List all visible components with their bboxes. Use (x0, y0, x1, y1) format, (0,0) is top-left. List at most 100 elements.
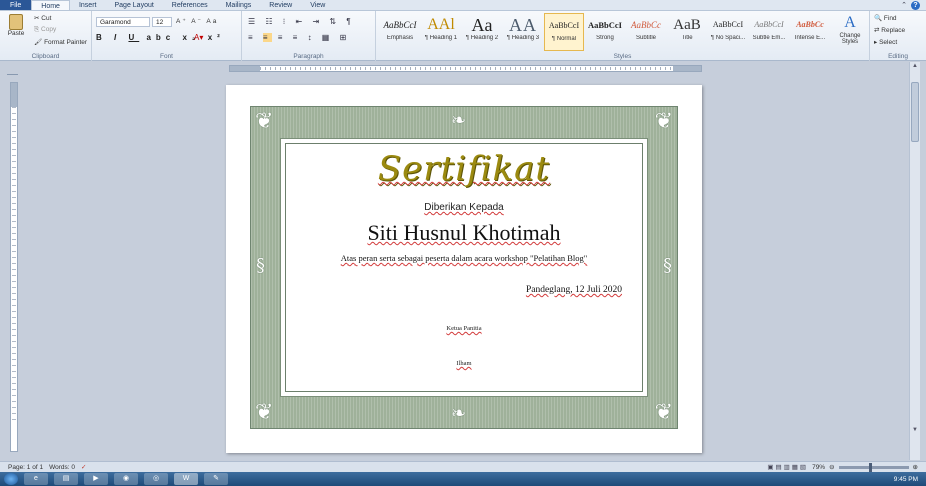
ie-icon[interactable]: e (24, 473, 48, 485)
select-button[interactable]: ▸ Select (874, 38, 897, 46)
tab-review[interactable]: Review (260, 0, 301, 10)
scroll-thumb[interactable] (911, 82, 919, 142)
tab-file[interactable]: File (0, 0, 32, 10)
word-icon[interactable]: W (174, 473, 198, 485)
certificate-title[interactable]: Sertifikat (226, 149, 702, 189)
firefox-icon[interactable]: ◉ (114, 473, 138, 485)
format-buttons[interactable]: B I U abc x₂ x² (96, 33, 225, 42)
font-group: Garamond 12 A⁺ A⁻ Aa B I U abc x₂ x² A▾ … (92, 11, 242, 61)
font-name-select[interactable]: Garamond (96, 17, 150, 27)
chair-title[interactable]: Ketua Panitia (226, 325, 702, 332)
style-intense-e[interactable]: AaBbCc Intense E... (790, 13, 830, 51)
signatory-name[interactable]: Ilham (226, 360, 702, 367)
document-page[interactable]: ❦ ❦ ❦ ❦ ❧ ❧ § § Sertifikat Diberikan Kep… (226, 85, 702, 453)
tab-references[interactable]: References (163, 0, 217, 10)
style-heading-3[interactable]: AA ¶ Heading 3 (503, 13, 543, 51)
help-icon[interactable]: ? (911, 0, 920, 10)
left-margin (230, 66, 260, 71)
tab-mailings[interactable]: Mailings (217, 0, 261, 10)
font-color-icon[interactable]: A▾ (194, 33, 203, 42)
style-sample: AaBbCcI (712, 20, 744, 29)
windows-taskbar: e ▤ ▶ ◉ ◎ W ✎ 9:45 PM (0, 472, 926, 486)
style-normal[interactable]: AaBbCcI ¶ Normal (544, 13, 584, 51)
start-button-icon[interactable] (4, 473, 18, 485)
style-heading-1[interactable]: AAl ¶ Heading 1 (421, 13, 461, 51)
style-strong[interactable]: AaBbCcI Strong (585, 13, 625, 51)
paste-button[interactable]: Paste (4, 14, 28, 37)
tab-view[interactable]: View (301, 0, 334, 10)
style-sample: AaB (673, 17, 701, 33)
find-button[interactable]: 🔍 Find (874, 14, 897, 22)
styles-label: Styles (613, 53, 632, 60)
editing-label: Editing (888, 53, 908, 60)
top-margin (11, 83, 17, 107)
chrome-icon[interactable]: ◎ (144, 473, 168, 485)
tab-home[interactable]: Home (31, 0, 70, 10)
corner-ornament-icon: ❦ (654, 400, 673, 425)
cut-button[interactable]: ✂ Cut (34, 14, 51, 22)
style-sample: AaBbCcI (587, 20, 622, 30)
change-styles-button[interactable]: A Change Styles (834, 13, 866, 45)
tab-page-layout[interactable]: Page Layout (105, 0, 162, 10)
font-size-select[interactable]: 12 (152, 17, 172, 27)
style-heading-2[interactable]: Aa ¶ Heading 2 (462, 13, 502, 51)
vertical-ruler[interactable] (10, 82, 18, 452)
style-sample: AaBbCc (631, 20, 661, 30)
style-no-spaci[interactable]: AaBbCcI ¶ No Spaci... (708, 13, 748, 51)
ruler-ticks (260, 67, 673, 70)
style-name: Strong (596, 35, 614, 41)
explorer-icon[interactable]: ▤ (54, 473, 78, 485)
system-clock: 9:45 PM (893, 475, 918, 483)
tab-insert[interactable]: Insert (70, 0, 106, 10)
paragraph-group: ☰ ☷ ⁝ ⇤ ⇥ ⇅ ¶ ≡ ≡ ≡ ≡ ↕ ▦ ⊞ Paragraph (242, 11, 376, 61)
horizontal-ruler[interactable] (229, 65, 702, 72)
zoom-slider[interactable] (838, 463, 909, 472)
style-name: Subtitle (635, 35, 656, 41)
top-ornament-icon: ❧ (451, 110, 467, 131)
grow-shrink-font[interactable]: A⁺ A⁻ Aa (176, 17, 218, 25)
list-buttons[interactable]: ☰ ☷ ⁝ ⇤ ⇥ ⇅ ¶ (248, 17, 355, 26)
copy-button[interactable]: ⎘ Copy (34, 26, 56, 34)
ribbon-home: Paste ✂ Cut ⎘ Copy 🖌 Format Painter Clip… (0, 11, 926, 61)
minimize-ribbon-icon[interactable]: ⌃ (901, 1, 907, 9)
corner-ornament-icon: ❦ (654, 109, 673, 134)
vertical-ruler-ticks (12, 107, 16, 421)
bottom-ornament-icon: ❧ (451, 403, 467, 424)
paint-icon[interactable]: ✎ (204, 473, 228, 485)
format-painter-button[interactable]: 🖌 Format Painter (34, 38, 87, 46)
styles-group: AaBbCcI Emphasis AAl ¶ Heading 1 Aa ¶ Heading… (376, 11, 870, 61)
font-label: Font (159, 53, 173, 60)
style-sample: AaBbCcI (548, 21, 580, 30)
align-buttons[interactable]: ≡ ≡ ≡ ≡ ↕ ▦ ⊞ (248, 33, 350, 42)
style-name: Emphasis (386, 35, 414, 41)
style-sample: AaBbCc (796, 20, 824, 29)
change-styles-icon: A (844, 14, 856, 31)
style-name: ¶ Heading 1 (424, 35, 458, 41)
style-title[interactable]: AaB Title (667, 13, 707, 51)
style-emphasis[interactable]: AaBbCcI Emphasis (380, 13, 420, 51)
clipboard-label: Clipboard (31, 53, 60, 60)
replace-button[interactable]: ⇄ Replace (874, 26, 905, 34)
horizontal-ruler-row (0, 62, 926, 74)
style-name: ¶ Heading 2 (465, 35, 499, 41)
style-name: ¶ Heading 3 (506, 35, 540, 41)
right-margin (673, 66, 701, 71)
vertical-scrollbar[interactable]: ▲ ▼ (909, 62, 920, 460)
style-subtitle[interactable]: AaBbCc Subtitle (626, 13, 666, 51)
description-text[interactable]: Atas peran serta sebagai peserta dalam a… (226, 253, 702, 263)
style-subtle-em[interactable]: AaBbCcI Subtle Em... (749, 13, 789, 51)
style-sample: Aa (471, 15, 493, 35)
scroll-up-icon[interactable]: ▲ (911, 63, 919, 72)
media-icon[interactable]: ▶ (84, 473, 108, 485)
style-sample: AaBbCcI (383, 20, 417, 30)
style-name: ¶ No Spaci... (710, 35, 746, 41)
status-bar: Page: 1 of 1 Words: 0 ✓ ▣▤▥▦▧ 79% ⊖ ⊕ (0, 461, 926, 472)
style-sample: AAl (427, 16, 455, 33)
given-to-text[interactable]: Diberikan Kepada (226, 202, 702, 213)
scroll-down-icon[interactable]: ▼ (911, 427, 919, 436)
style-sample: AaBbCcI (754, 20, 784, 29)
style-name: Subtle Em... (752, 35, 786, 41)
editing-group: 🔍 Find ⇄ Replace ▸ Select Editing (870, 11, 926, 61)
place-date-text[interactable]: Pandeglang, 12 Juli 2020 (526, 285, 622, 295)
recipient-name[interactable]: Siti Husnul Khotimah (226, 220, 702, 246)
